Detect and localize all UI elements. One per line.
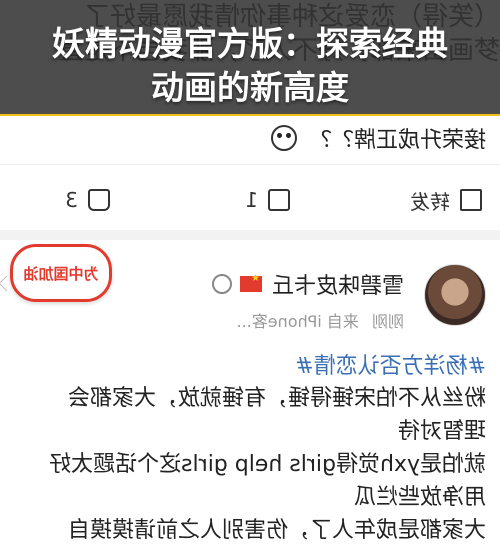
post-line: 粉丝从不怕宋锤得锤，有锤就放，大家都会 xyxy=(67,386,486,411)
post-meta: 刚刚 来自 iPhone客... xyxy=(237,308,404,332)
headline-banner: （笑得）恋爱这种事你情我愿最好了 梦画出来都，好不人了，那我岂不是直 妖精动漫官… xyxy=(0,0,500,116)
comment-icon xyxy=(268,189,290,211)
banner-stripe xyxy=(0,114,500,116)
flag-icon xyxy=(239,276,262,292)
post-line: 理智对待 xyxy=(397,419,486,444)
action-bar: 转发 1 3 xyxy=(0,178,500,222)
mirrored-feed: 接荣升成正牌？？ 转发 1 3 雪碧味皮卡丘 刚刚 来自 iPhone客... … xyxy=(0,118,500,544)
hashtag-link[interactable]: #杨洋方否认恋情# xyxy=(295,348,486,380)
like-icon xyxy=(88,189,110,211)
post-source: 来自 iPhone客... xyxy=(236,312,359,331)
divider xyxy=(0,164,500,165)
post-line: 就怕是yxh觉得girls help girls这个话题太好 xyxy=(49,452,486,477)
repost-label: 转发 xyxy=(410,189,450,214)
repost-icon xyxy=(460,189,482,211)
post-time: 刚刚 xyxy=(371,312,404,331)
banner-title: 妖精动漫官方版：探索经典 动画的新高度 xyxy=(0,22,500,110)
previous-post-text: 接荣升成正牌？？ xyxy=(270,122,486,154)
avatar[interactable] xyxy=(424,264,486,326)
vip-icon xyxy=(211,274,232,294)
post-separator xyxy=(0,230,500,240)
comment-count: 1 xyxy=(245,188,258,212)
comment-button[interactable]: 1 xyxy=(245,178,290,222)
repost-button[interactable]: 转发 xyxy=(410,178,482,222)
emoji-icon xyxy=(270,125,297,151)
banner-title-line-1: 妖精动漫官方版：探索经典 xyxy=(52,24,448,63)
username[interactable]: 雪碧味皮卡丘 xyxy=(272,268,404,300)
post-body: 粉丝从不怕宋锤得锤，有锤就放，大家都会 理智对待 就怕是yxh觉得girls h… xyxy=(10,382,486,547)
campaign-badge: 为中国加油 xyxy=(10,244,112,302)
post-line: 大家都是成年人了，伤害别人之前请摸摸自 xyxy=(67,518,486,543)
like-button[interactable]: 3 xyxy=(65,178,110,222)
post-line: 用净放些烂瓜 xyxy=(353,485,486,510)
like-count: 3 xyxy=(65,188,78,212)
post-author[interactable]: 雪碧味皮卡丘 xyxy=(211,268,404,300)
banner-title-line-2: 动画的新高度 xyxy=(151,68,349,107)
